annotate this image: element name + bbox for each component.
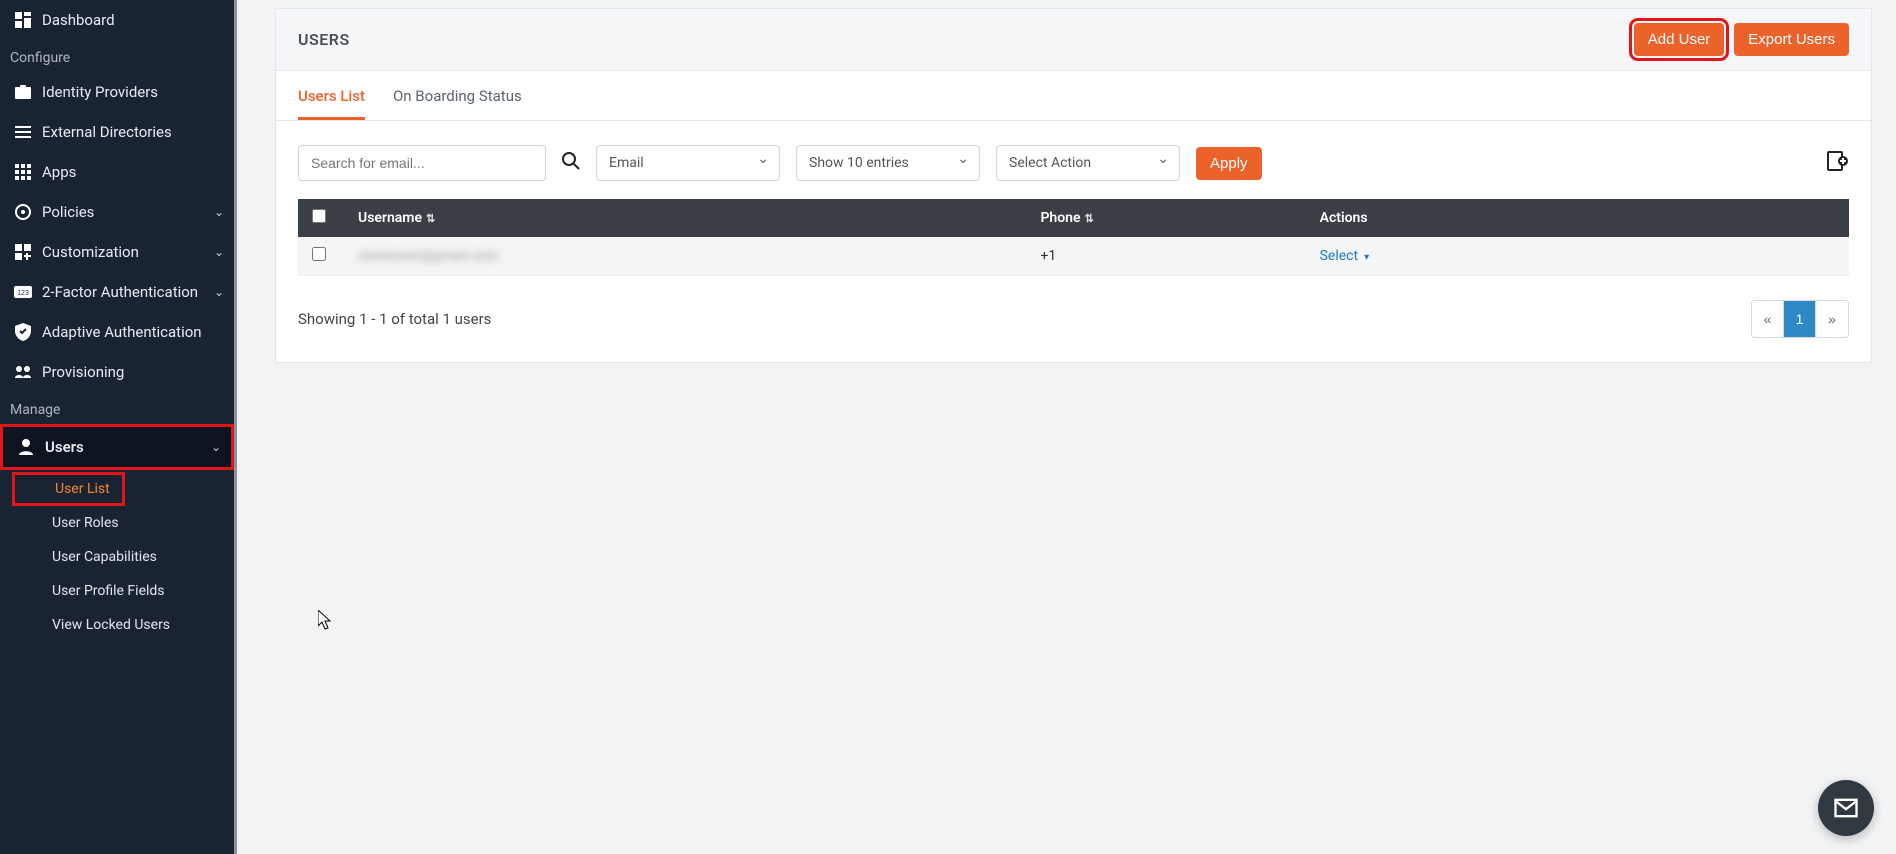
sidebar-item-label: Provisioning: [42, 363, 124, 381]
page-title: USERS: [298, 30, 350, 49]
add-column-icon[interactable]: [1825, 149, 1849, 177]
row-checkbox[interactable]: [312, 247, 326, 261]
sidebar-item-2fa[interactable]: 123 2-Factor Authentication ⌄: [0, 272, 234, 312]
sidebar-subitem-user-roles[interactable]: User Roles: [12, 506, 234, 540]
filter-bar: Email Show 10 entries Select Action Appl…: [276, 121, 1871, 199]
sidebar-item-apps[interactable]: Apps: [0, 152, 234, 192]
sidebar-section-configure: Configure: [0, 40, 234, 72]
row-action-select[interactable]: Select▾: [1320, 248, 1370, 264]
bulk-action-select[interactable]: Select Action: [996, 145, 1180, 181]
customize-icon: [12, 244, 34, 260]
export-users-button[interactable]: Export Users: [1734, 23, 1849, 56]
pagination: « 1 »: [1751, 300, 1849, 338]
svg-text:123: 123: [17, 290, 29, 297]
cell-username: someuser@gmail.com: [358, 248, 498, 264]
sidebar-item-label: External Directories: [42, 123, 172, 141]
sidebar-item-label: Customization: [42, 243, 139, 261]
page-1[interactable]: 1: [1784, 301, 1816, 337]
sidebar-section-manage: Manage: [0, 392, 234, 424]
chat-fab[interactable]: [1818, 780, 1874, 836]
filter-field-select[interactable]: Email: [596, 145, 780, 181]
sidebar-subitem-view-locked-users[interactable]: View Locked Users: [12, 608, 234, 642]
sidebar-subitem-user-profile-fields[interactable]: User Profile Fields: [12, 574, 234, 608]
chevron-down-icon: ⌄: [214, 205, 224, 219]
select-all-checkbox[interactable]: [312, 209, 326, 223]
col-phone[interactable]: Phone: [1040, 210, 1080, 226]
sidebar-item-identity-providers[interactable]: Identity Providers: [0, 72, 234, 112]
sidebar-item-adaptive-auth[interactable]: Adaptive Authentication: [0, 312, 234, 352]
user-icon: [15, 439, 37, 455]
grid-icon: [12, 164, 34, 180]
card-header: USERS Add User Export Users: [276, 9, 1871, 71]
users-table: Username ⇅ Phone ⇅ Actions someuser@gmail.…: [298, 199, 1849, 276]
id-card-icon: [12, 85, 34, 99]
users-table-wrap: Username ⇅ Phone ⇅ Actions someuser@gmail.…: [276, 199, 1871, 286]
caret-down-icon: ▾: [1364, 252, 1369, 263]
sidebar-item-policies[interactable]: Policies ⌄: [0, 192, 234, 232]
chevron-down-icon: ⌄: [214, 285, 224, 299]
header-actions: Add User Export Users: [1634, 23, 1849, 56]
users-card: USERS Add User Export Users Users List O…: [275, 8, 1872, 363]
apply-button[interactable]: Apply: [1196, 147, 1262, 180]
policy-icon: [12, 204, 34, 220]
table-footer: Showing 1 - 1 of total 1 users « 1 »: [276, 286, 1871, 362]
shield-check-icon: [12, 323, 34, 341]
dashboard-icon: [12, 12, 34, 28]
sidebar-item-provisioning[interactable]: Provisioning: [0, 352, 234, 392]
search-icon[interactable]: [562, 152, 580, 175]
add-user-button[interactable]: Add User: [1634, 23, 1725, 56]
users-sync-icon: [12, 365, 34, 379]
page-prev[interactable]: «: [1752, 301, 1784, 337]
mail-icon: [1832, 794, 1860, 822]
col-actions: Actions: [1320, 210, 1368, 226]
sort-icon: ⇅: [1085, 212, 1094, 225]
sidebar-item-users[interactable]: Users ⌄: [0, 424, 234, 470]
sidebar-item-label: Policies: [42, 203, 94, 221]
sidebar-item-label: 2-Factor Authentication: [42, 283, 198, 301]
tab-onboarding-status[interactable]: On Boarding Status: [393, 71, 522, 120]
tabs: Users List On Boarding Status: [276, 71, 1871, 121]
sidebar-submenu-users: User List User Roles User Capabilities U…: [12, 472, 234, 642]
showing-text: Showing 1 - 1 of total 1 users: [298, 310, 491, 328]
sort-icon: ⇅: [426, 212, 435, 225]
sidebar-item-label: Users: [45, 438, 84, 456]
list-icon: [12, 126, 34, 138]
sidebar-subitem-user-capabilities[interactable]: User Capabilities: [12, 540, 234, 574]
sidebar-item-label: Dashboard: [42, 11, 115, 29]
main-content: USERS Add User Export Users Users List O…: [237, 0, 1896, 854]
cell-phone: +1: [1040, 248, 1056, 264]
sidebar: Dashboard Configure Identity Providers E…: [0, 0, 237, 854]
123-icon: 123: [12, 286, 34, 298]
sidebar-item-label: Identity Providers: [42, 83, 158, 101]
chevron-down-icon: ⌄: [214, 245, 224, 259]
sidebar-item-label: Adaptive Authentication: [42, 323, 202, 341]
tab-users-list[interactable]: Users List: [298, 71, 365, 120]
chevron-down-icon: ⌄: [211, 440, 221, 454]
sidebar-item-customization[interactable]: Customization ⌄: [0, 232, 234, 272]
sidebar-item-label: Apps: [42, 163, 76, 181]
table-row: someuser@gmail.com +1 Select▾: [298, 237, 1849, 276]
cursor-icon: [318, 610, 332, 630]
page-next[interactable]: »: [1816, 301, 1848, 337]
col-username[interactable]: Username: [358, 210, 422, 226]
sidebar-item-external-directories[interactable]: External Directories: [0, 112, 234, 152]
sidebar-item-dashboard[interactable]: Dashboard: [0, 0, 234, 40]
search-input[interactable]: [298, 145, 546, 181]
sidebar-subitem-user-list[interactable]: User List: [12, 472, 125, 506]
page-size-select[interactable]: Show 10 entries: [796, 145, 980, 181]
